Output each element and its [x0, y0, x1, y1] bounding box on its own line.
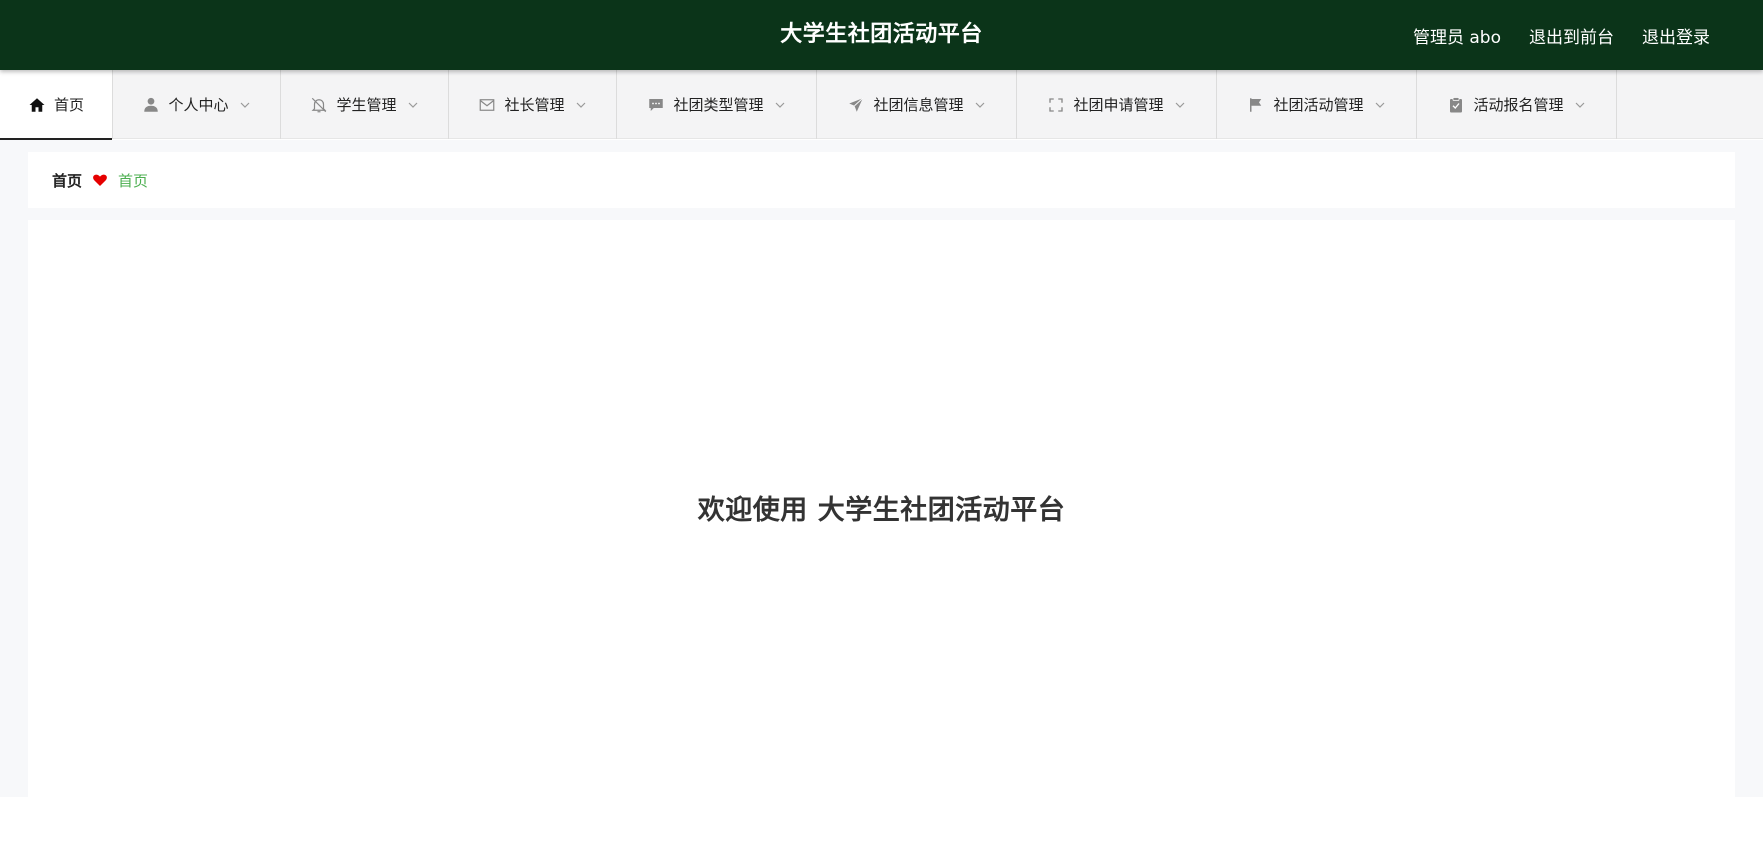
clipboard-check-icon	[1447, 96, 1465, 114]
nav-item-club-type-management[interactable]: 社团类型管理	[617, 70, 817, 139]
user-icon	[142, 96, 160, 114]
heart-icon	[92, 172, 108, 188]
breadcrumb-root-link[interactable]: 首页	[52, 170, 82, 191]
bell-off-icon	[310, 96, 328, 114]
chevron-down-icon	[1374, 99, 1386, 111]
chat-icon	[647, 96, 665, 114]
nav-item-president-management[interactable]: 社长管理	[449, 70, 617, 139]
nav-item-label: 社团申请管理	[1073, 96, 1164, 114]
chevron-down-icon	[575, 99, 587, 111]
breadcrumb-current: 首页	[118, 171, 149, 190]
nav-item-label: 学生管理	[336, 96, 397, 114]
top-header: 大学生社团活动平台 管理员 abo 退出到前台 退出登录	[0, 0, 1763, 70]
nav-item-student-management[interactable]: 学生管理	[281, 70, 449, 139]
content-panel: 欢迎使用 大学生社团活动平台	[28, 220, 1735, 797]
chevron-down-icon	[1574, 99, 1586, 111]
chevron-down-icon	[239, 99, 251, 111]
nav-item-label: 社团类型管理	[673, 96, 764, 114]
current-user-label: 管理员 abo	[1412, 27, 1501, 48]
nav-item-label: 活动报名管理	[1473, 96, 1564, 114]
nav-item-club-application-management[interactable]: 社团申请管理	[1017, 70, 1217, 139]
chevron-down-icon	[1174, 99, 1186, 111]
nav-item-home[interactable]: 首页	[0, 70, 113, 140]
mail-icon	[478, 96, 496, 114]
nav-item-club-info-management[interactable]: 社团信息管理	[817, 70, 1017, 139]
nav-item-club-activity-management[interactable]: 社团活动管理	[1217, 70, 1417, 139]
header-actions: 管理员 abo 退出到前台 退出登录	[1413, 0, 1710, 70]
logout-link[interactable]: 退出登录	[1642, 23, 1710, 48]
nav-item-label: 社长管理	[504, 96, 565, 114]
welcome-message: 欢迎使用 大学生社团活动平台	[697, 495, 1066, 526]
breadcrumb: 首页 首页	[28, 152, 1735, 208]
send-icon	[847, 96, 865, 114]
nav-item-label: 社团活动管理	[1273, 96, 1364, 114]
nav-item-activity-registration-management[interactable]: 活动报名管理	[1417, 70, 1617, 139]
main-area: 首页 首页 欢迎使用 大学生社团活动平台	[0, 140, 1763, 797]
nav-item-personal-center[interactable]: 个人中心	[113, 70, 281, 139]
home-icon	[28, 96, 46, 114]
nav-item-label: 个人中心	[168, 96, 229, 114]
top-nav-menu: 首页 个人中心 学生管理 社长管理 社团类型管理 社团信息管理 社团申请管理 社…	[0, 70, 1763, 140]
fullscreen-icon	[1047, 96, 1065, 114]
nav-item-label: 首页	[53, 96, 84, 114]
nav-item-label: 社团信息管理	[873, 96, 964, 114]
chevron-down-icon	[974, 99, 986, 111]
back-to-front-link[interactable]: 退出到前台	[1529, 23, 1614, 48]
chevron-down-icon	[407, 99, 419, 111]
flag-icon	[1247, 96, 1265, 114]
chevron-down-icon	[774, 99, 786, 111]
